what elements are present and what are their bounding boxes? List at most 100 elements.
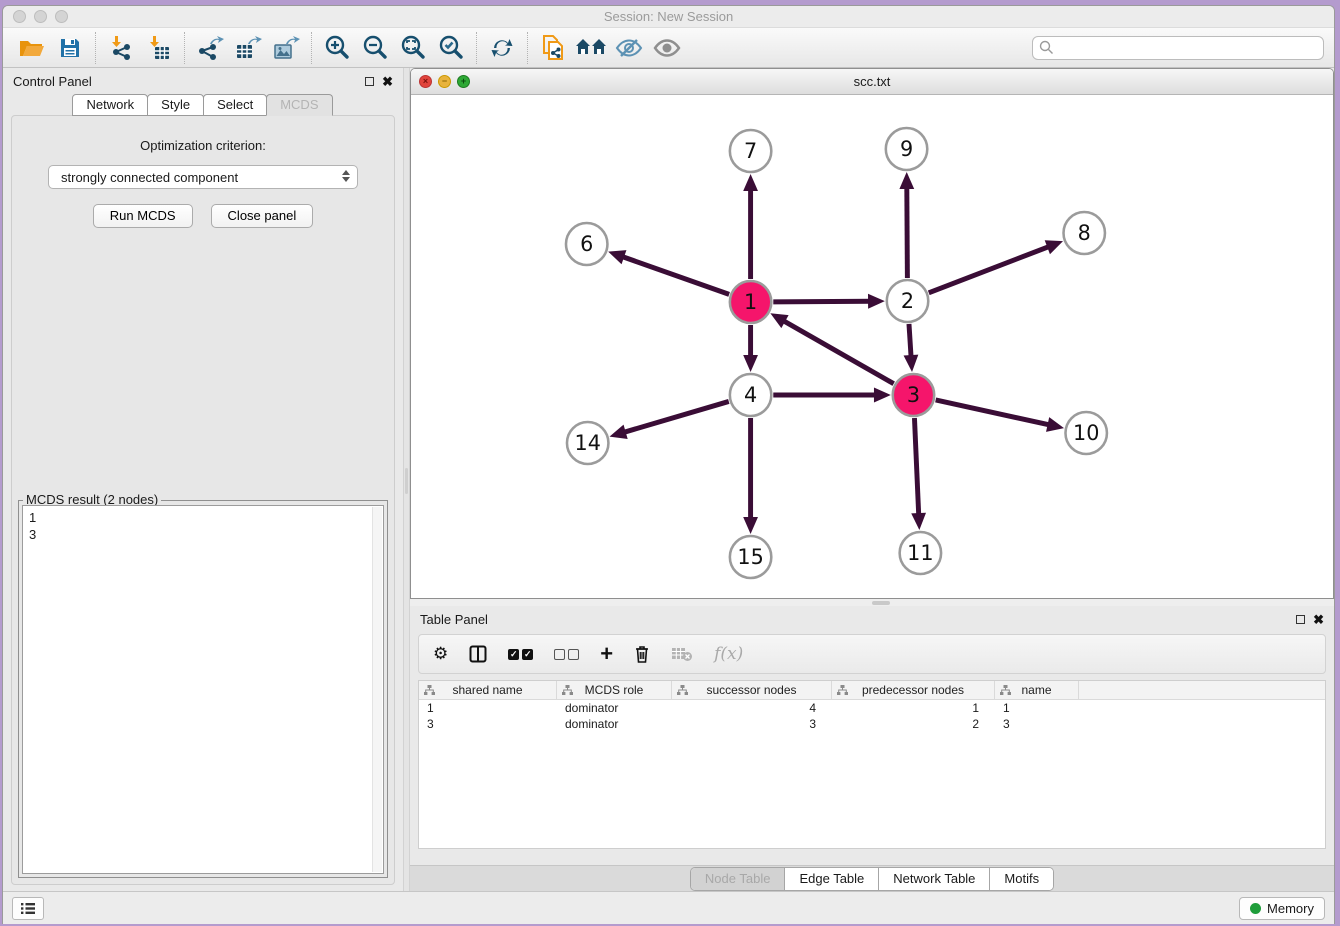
- network-window-title: scc.txt: [411, 74, 1333, 89]
- tab-select[interactable]: Select: [203, 94, 267, 116]
- edge-2-8[interactable]: [929, 246, 1051, 293]
- table-cell[interactable]: 3: [419, 717, 557, 731]
- refresh-icon[interactable]: [483, 31, 521, 65]
- criterion-dropdown[interactable]: strongly connected component: [48, 165, 358, 189]
- split-view-icon[interactable]: [469, 645, 487, 663]
- arrowhead-icon: [899, 172, 914, 189]
- tab-network-table[interactable]: Network Table: [879, 868, 990, 890]
- table-cell[interactable]: 3: [995, 717, 1079, 731]
- result-line: 3: [29, 526, 377, 543]
- arrowhead-icon: [868, 294, 885, 309]
- mcds-result-list[interactable]: 13: [22, 505, 384, 874]
- clone-network-icon[interactable]: [534, 31, 572, 65]
- run-mcds-button[interactable]: Run MCDS: [93, 204, 193, 228]
- table-cell[interactable]: 1: [832, 701, 995, 715]
- close-panel-icon[interactable]: ✖: [382, 75, 393, 88]
- status-bar: Memory: [3, 891, 1334, 924]
- toolbar-separator: [527, 32, 528, 64]
- float-table-panel-icon[interactable]: [1296, 615, 1305, 624]
- edge-2-3[interactable]: [909, 324, 911, 359]
- zoom-fit-icon[interactable]: [394, 31, 432, 65]
- export-network-icon[interactable]: [191, 31, 229, 65]
- import-table-icon[interactable]: [140, 31, 178, 65]
- table-cell[interactable]: dominator: [557, 701, 672, 715]
- export-image-icon[interactable]: [267, 31, 305, 65]
- close-panel-button[interactable]: Close panel: [211, 204, 314, 228]
- checked-boxes-icon[interactable]: ✓✓: [508, 649, 533, 660]
- table-row[interactable]: 3dominator323: [419, 716, 1325, 732]
- column-header-predecessor-nodes[interactable]: predecessor nodes: [832, 681, 995, 699]
- task-list-icon[interactable]: [12, 897, 44, 920]
- graph-node-label: 4: [744, 383, 757, 407]
- save-icon[interactable]: [51, 31, 89, 65]
- column-header-successor-nodes[interactable]: successor nodes: [672, 681, 832, 699]
- edge-1-2[interactable]: [773, 301, 872, 302]
- function-icon: f(x): [714, 644, 743, 664]
- column-header-name[interactable]: name: [995, 681, 1079, 699]
- table-row[interactable]: 1dominator411: [419, 700, 1325, 716]
- close-table-panel-icon[interactable]: ✖: [1313, 613, 1324, 626]
- add-row-icon[interactable]: +: [600, 643, 613, 665]
- edge-3-10[interactable]: [936, 400, 1052, 425]
- hide-eye-icon[interactable]: [610, 31, 648, 65]
- graph-node-label: 15: [737, 545, 763, 569]
- unchecked-boxes-icon[interactable]: [554, 649, 579, 660]
- export-table-icon[interactable]: [229, 31, 267, 65]
- network-graph[interactable]: 7968124314101511: [411, 95, 1333, 598]
- edge-4-14[interactable]: [622, 401, 729, 433]
- graph-node-label: 9: [900, 137, 913, 161]
- scrollbar-track[interactable]: [372, 507, 382, 872]
- float-panel-icon[interactable]: [365, 77, 374, 86]
- zoom-in-icon[interactable]: [318, 31, 356, 65]
- zoom-out-icon[interactable]: [356, 31, 394, 65]
- control-panel-title: Control Panel: [13, 74, 92, 89]
- graph-node-label: 7: [744, 139, 757, 163]
- graph-node-label: 8: [1078, 221, 1091, 245]
- edge-3-1[interactable]: [782, 320, 894, 384]
- table-cell[interactable]: 4: [672, 701, 832, 715]
- trash-icon[interactable]: [634, 645, 650, 663]
- edge-1-6[interactable]: [620, 256, 729, 295]
- control-panel-tabs: NetworkStyleSelectMCDS: [3, 94, 403, 116]
- search-input[interactable]: [1032, 36, 1324, 60]
- horizontal-splitter[interactable]: [410, 599, 1334, 606]
- zoom-selected-icon[interactable]: [432, 31, 470, 65]
- table-cell[interactable]: 2: [832, 717, 995, 731]
- tab-node-table[interactable]: Node Table: [691, 868, 786, 890]
- graph-node-label: 3: [907, 383, 920, 407]
- edge-2-9[interactable]: [907, 185, 908, 278]
- optimization-label: Optimization criterion:: [140, 138, 266, 153]
- graph-node-label: 10: [1073, 421, 1099, 445]
- network-canvas[interactable]: 7968124314101511: [411, 95, 1333, 598]
- table-panel: Table Panel ✖ ⚙ ✓✓: [410, 606, 1334, 891]
- tab-network[interactable]: Network: [72, 94, 148, 116]
- control-panel-header: Control Panel ✖: [3, 68, 403, 94]
- edge-3-11[interactable]: [914, 418, 918, 517]
- table-cell[interactable]: 1: [995, 701, 1079, 715]
- tab-style[interactable]: Style: [147, 94, 204, 116]
- tab-mcds[interactable]: MCDS: [266, 94, 332, 116]
- import-network-icon[interactable]: [102, 31, 140, 65]
- network-window-titlebar: × − + scc.txt: [411, 69, 1333, 95]
- home-network-icon[interactable]: [572, 31, 610, 65]
- column-header-MCDS-role[interactable]: MCDS role: [557, 681, 672, 699]
- tab-edge-table[interactable]: Edge Table: [785, 868, 879, 890]
- graph-node-label: 6: [580, 232, 593, 256]
- table-cell[interactable]: dominator: [557, 717, 672, 731]
- arrowhead-icon: [743, 355, 758, 372]
- show-eye-icon[interactable]: [648, 31, 686, 65]
- vertical-splitter[interactable]: [403, 68, 410, 891]
- node-table[interactable]: shared nameMCDS rolesuccessor nodesprede…: [418, 680, 1326, 849]
- column-header-shared-name[interactable]: shared name: [419, 681, 557, 699]
- criterion-value: strongly connected component: [61, 170, 238, 185]
- network-view-window: × − + scc.txt 7968124314101511: [410, 68, 1334, 599]
- memory-button[interactable]: Memory: [1239, 897, 1325, 920]
- control-panel: Control Panel ✖ NetworkStyleSelectMCDS O…: [3, 68, 403, 891]
- open-folder-icon[interactable]: [13, 31, 51, 65]
- tab-motifs[interactable]: Motifs: [990, 868, 1053, 890]
- gear-icon[interactable]: ⚙: [433, 644, 448, 664]
- table-tabbar: Node TableEdge TableNetwork TableMotifs: [410, 865, 1334, 891]
- table-cell[interactable]: 3: [672, 717, 832, 731]
- table-cell[interactable]: 1: [419, 701, 557, 715]
- graph-node-label: 11: [907, 541, 933, 565]
